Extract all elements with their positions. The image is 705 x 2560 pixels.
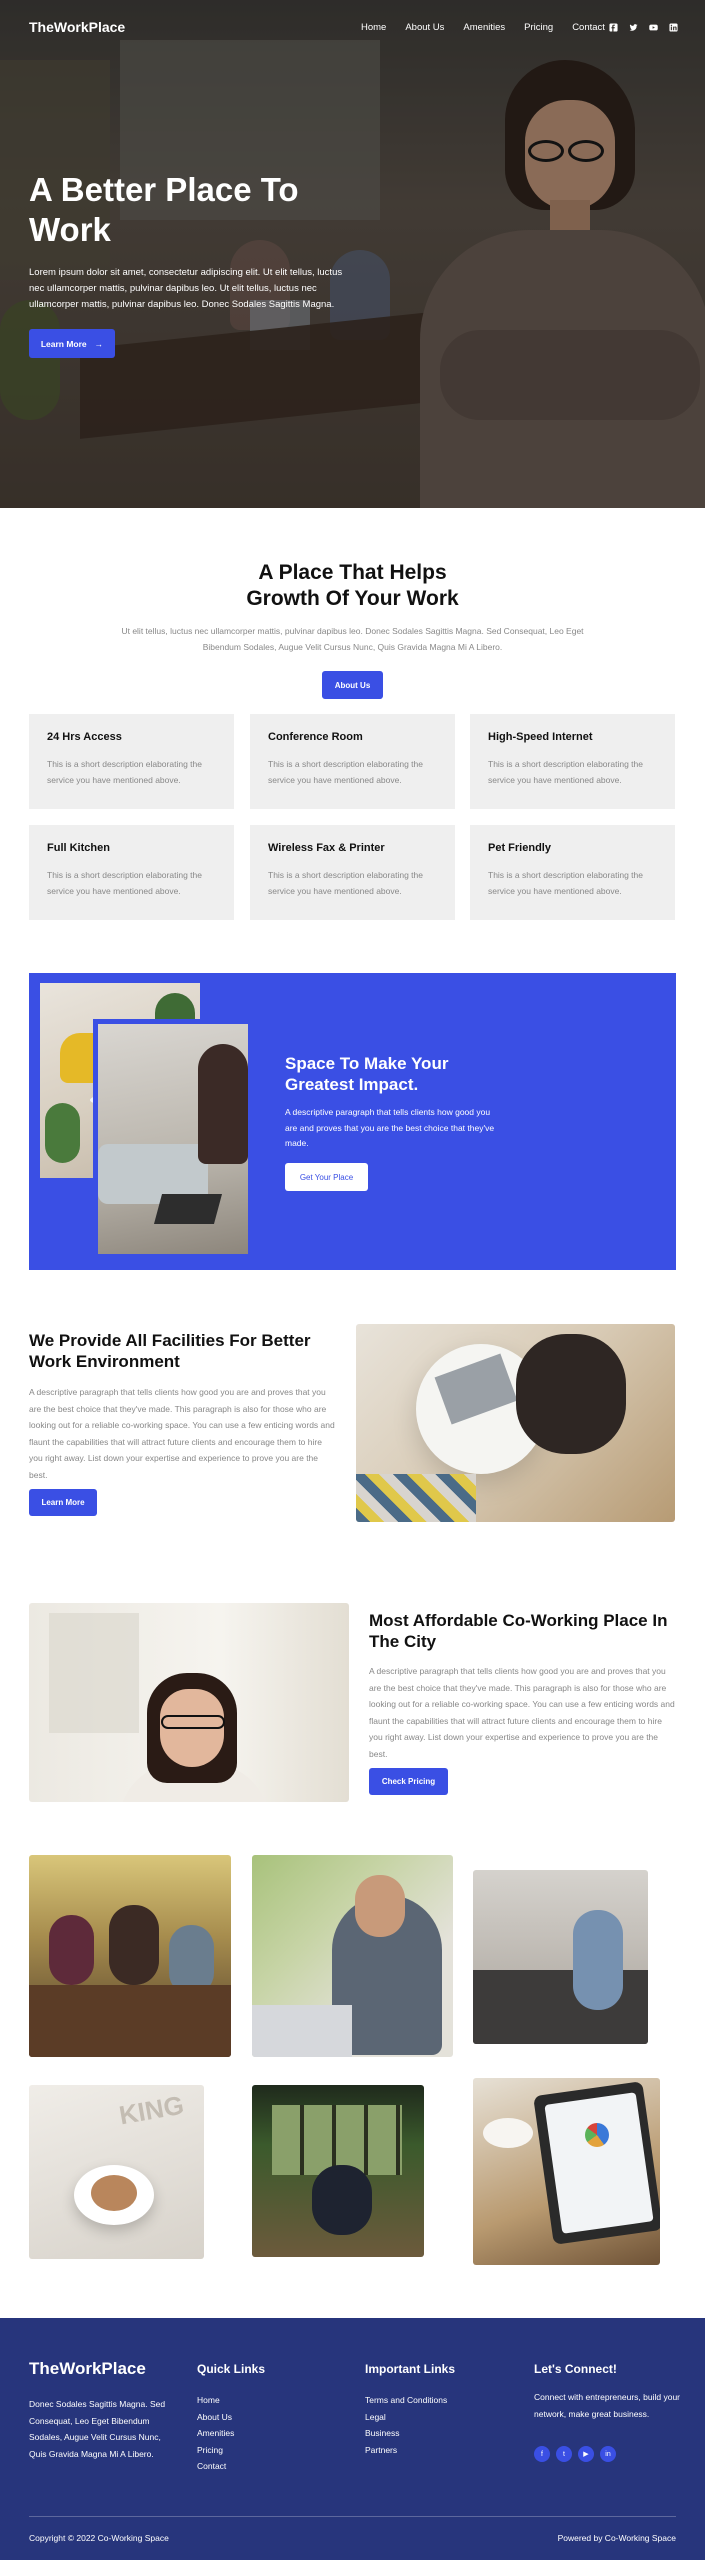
- important-links-list: Terms and Conditions Legal Business Part…: [365, 2392, 447, 2458]
- footer-link-about-us[interactable]: About Us: [197, 2409, 234, 2426]
- intro-title: A Place That Helps Growth Of Your Work: [0, 560, 705, 612]
- footer-logo[interactable]: TheWorkPlace: [29, 2359, 146, 2379]
- facebook-icon[interactable]: f: [534, 2446, 550, 2462]
- pricing-title: Most Affordable Co-Working Place In The …: [369, 1611, 668, 1651]
- twitter-icon[interactable]: [628, 22, 638, 32]
- main-menu: Home About Us Amenities Pricing Contact: [361, 22, 624, 33]
- amenity-title: High-Speed Internet: [488, 731, 593, 743]
- check-pricing-button[interactable]: Check Pricing: [369, 1768, 448, 1795]
- gallery-image-coffee: KING: [29, 2085, 204, 2259]
- footer-link-legal[interactable]: Legal: [365, 2409, 447, 2426]
- amenity-description: This is a short description elaborating …: [488, 759, 643, 785]
- amenity-title: Pet Friendly: [488, 842, 551, 854]
- top-navigation: TheWorkPlace Home About Us Amenities Pri…: [0, 0, 705, 56]
- intro-title-text: A Place That Helps Growth Of Your Work: [246, 561, 459, 610]
- amenity-title: 24 Hrs Access: [47, 731, 122, 743]
- gallery-image-man-laptop: [252, 1855, 453, 2057]
- sofa-woman-image: [93, 1019, 253, 1259]
- connect-text: Connect with entrepreneurs, build your n…: [534, 2392, 680, 2419]
- hero-title: A Better Place To Work: [29, 171, 299, 248]
- amenity-card: High-Speed Internet This is a short desc…: [470, 714, 675, 809]
- laptop-work-image: [356, 1324, 675, 1522]
- important-links-heading: Important Links: [365, 2362, 456, 2376]
- page: TheWorkPlace Home About Us Amenities Pri…: [0, 0, 705, 2560]
- amenity-description: This is a short description elaborating …: [488, 870, 643, 896]
- amenity-card: 24 Hrs Access This is a short descriptio…: [29, 714, 234, 809]
- footer-divider: [29, 2516, 676, 2517]
- hero-section: [0, 0, 705, 508]
- footer-link-terms[interactable]: Terms and Conditions: [365, 2392, 447, 2409]
- facilities-description: A descriptive paragraph that tells clien…: [29, 1387, 335, 1480]
- site-logo[interactable]: TheWorkPlace: [29, 19, 125, 35]
- arrow-right-icon: →: [94, 338, 104, 349]
- footer-socials: f t ▶ in: [534, 2446, 616, 2462]
- amenity-card: Wireless Fax & Printer This is a short d…: [250, 825, 455, 920]
- footer-link-partners[interactable]: Partners: [365, 2442, 447, 2459]
- nav-pricing[interactable]: Pricing: [524, 22, 553, 33]
- amenity-description: This is a short description elaborating …: [47, 870, 202, 896]
- connect-heading: Let's Connect!: [534, 2362, 617, 2376]
- amenity-card: Full Kitchen This is a short description…: [29, 825, 234, 920]
- button-label: Learn More: [40, 338, 87, 349]
- amenity-card: Conference Room This is a short descript…: [250, 714, 455, 809]
- get-your-place-button[interactable]: Get Your Place: [285, 1163, 368, 1191]
- footer-link-business[interactable]: Business: [365, 2425, 447, 2442]
- amenity-title: Full Kitchen: [47, 842, 110, 854]
- woman-glasses-image: [29, 1603, 349, 1802]
- twitter-icon[interactable]: t: [556, 2446, 572, 2462]
- intro-description: Ut elit tellus, luctus nec ullamcorper m…: [121, 626, 584, 652]
- quick-links-heading: Quick Links: [197, 2362, 266, 2376]
- nav-amenities[interactable]: Amenities: [463, 22, 505, 33]
- pricing-description: A descriptive paragraph that tells clien…: [369, 1666, 675, 1759]
- facilities-learn-more-button[interactable]: Learn More: [29, 1489, 97, 1516]
- impact-description: A descriptive paragraph that tells clien…: [285, 1107, 495, 1148]
- footer-link-amenities[interactable]: Amenities: [197, 2425, 234, 2442]
- amenity-title: Conference Room: [268, 731, 363, 743]
- gallery-image-man-sofa: [473, 1870, 648, 2044]
- youtube-icon[interactable]: ▶: [578, 2446, 594, 2462]
- header-socials: [608, 22, 678, 32]
- facebook-icon[interactable]: [608, 22, 618, 32]
- cup-text: KING: [116, 2089, 187, 2131]
- footer-link-pricing[interactable]: Pricing: [197, 2442, 234, 2459]
- gallery-image-tablet-chart: [473, 2078, 660, 2265]
- footer-link-contact[interactable]: Contact: [197, 2458, 234, 2475]
- amenity-description: This is a short description elaborating …: [268, 870, 423, 896]
- footer-link-home[interactable]: Home: [197, 2392, 234, 2409]
- powered-by-text: Powered by Co-Working Space: [557, 2533, 676, 2543]
- impact-title: Space To Make Your Greatest Impact.: [285, 1054, 449, 1094]
- hero-learn-more-button[interactable]: Learn More →: [29, 329, 115, 358]
- quick-links-list: Home About Us Amenities Pricing Contact: [197, 2392, 234, 2475]
- youtube-icon[interactable]: [648, 22, 658, 32]
- linkedin-icon[interactable]: in: [600, 2446, 616, 2462]
- linkedin-icon[interactable]: [668, 22, 678, 32]
- copyright-text: Copyright © 2022 Co-Working Space: [29, 2533, 169, 2543]
- amenity-title: Wireless Fax & Printer: [268, 842, 385, 854]
- nav-contact[interactable]: Contact: [572, 22, 605, 33]
- about-us-button[interactable]: About Us: [322, 671, 383, 699]
- amenity-card: Pet Friendly This is a short description…: [470, 825, 675, 920]
- hero-overlay: [0, 0, 705, 508]
- nav-about-us[interactable]: About Us: [405, 22, 444, 33]
- gallery-image-cafe-people: [252, 2085, 424, 2257]
- footer-about-text: Donec Sodales Sagittis Magna. Sed Conseq…: [29, 2399, 166, 2459]
- amenity-description: This is a short description elaborating …: [268, 759, 423, 785]
- gallery-image-team-meeting: [29, 1855, 231, 2057]
- nav-home[interactable]: Home: [361, 22, 386, 33]
- amenity-description: This is a short description elaborating …: [47, 759, 202, 785]
- hero-description: Lorem ipsum dolor sit amet, consectetur …: [29, 267, 343, 310]
- facilities-title: We Provide All Facilities For Better Wor…: [29, 1331, 311, 1371]
